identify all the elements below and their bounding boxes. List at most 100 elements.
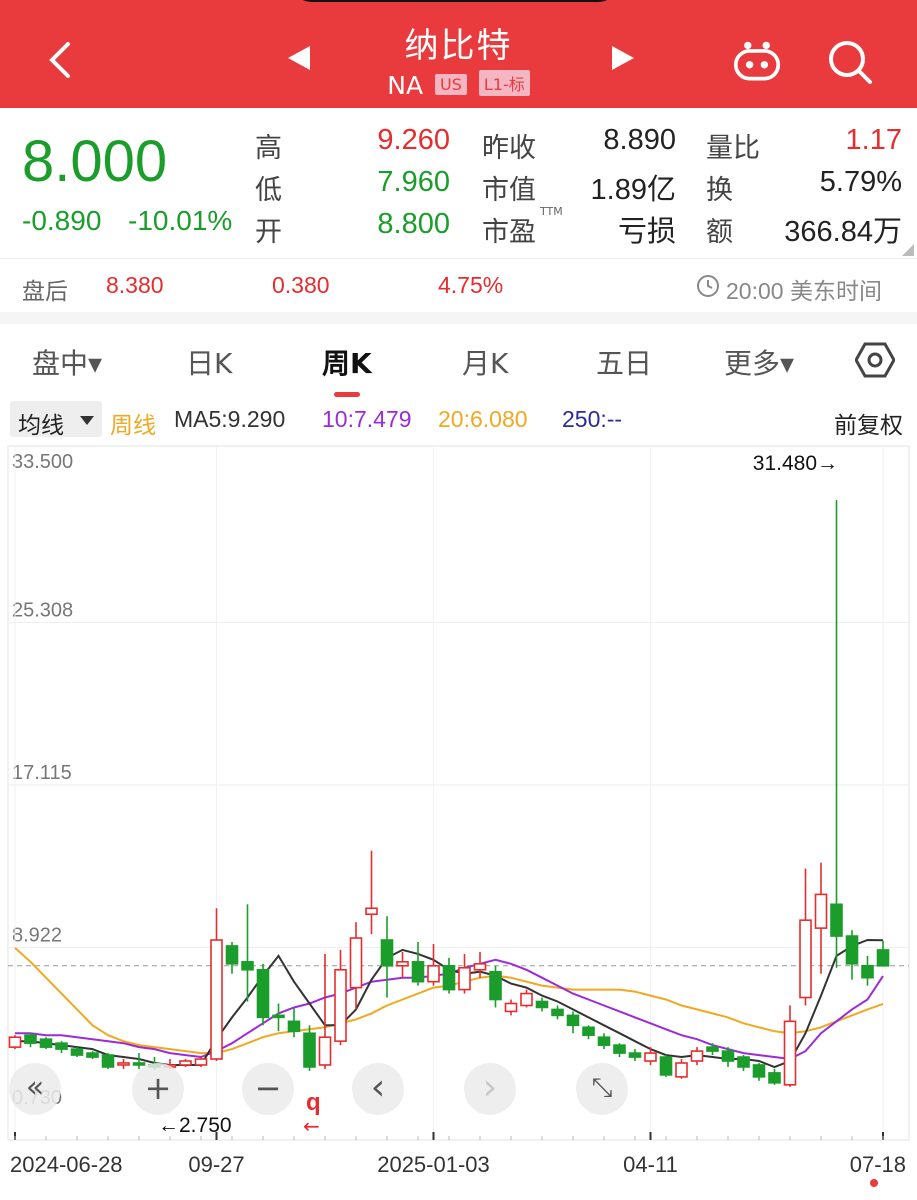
event-marker[interactable]: q	[306, 1090, 321, 1116]
market-cap-label: 市值	[482, 175, 536, 206]
candle	[458, 953, 471, 994]
low-value: 7.960	[377, 166, 450, 198]
market-cap-value: 1.89亿	[590, 174, 676, 206]
candle	[845, 930, 859, 980]
prev-close-value: 8.890	[603, 124, 676, 156]
chart-settings-icon[interactable]	[855, 340, 895, 380]
candle	[783, 1005, 797, 1087]
candle	[721, 1047, 735, 1067]
y-tick-label: 8.922	[12, 925, 62, 947]
candle-body	[675, 1062, 688, 1078]
candle	[101, 1053, 115, 1069]
clock-icon	[697, 275, 719, 297]
candle-body	[644, 1052, 657, 1062]
after-hours-change: 0.380	[272, 272, 330, 298]
app-header: 纳比特 NA US L1-标	[0, 0, 917, 108]
collapse-toolbar-button[interactable]: «	[9, 1063, 61, 1115]
x-tick-label: 04-11	[623, 1152, 678, 1177]
period-label: 周线	[110, 412, 156, 438]
candle-body	[117, 1062, 130, 1066]
candle-body	[241, 961, 254, 971]
candle-body	[349, 937, 363, 989]
candle	[380, 916, 394, 998]
candle	[489, 965, 502, 1008]
candle	[70, 1047, 84, 1058]
tab-five-day[interactable]: 五日	[596, 342, 652, 382]
next-stock-icon[interactable]	[612, 46, 634, 70]
quote-divider	[0, 258, 917, 259]
tab-intraday[interactable]: 盘中▾	[32, 342, 102, 382]
candle-body	[861, 964, 874, 979]
candle	[8, 1035, 22, 1050]
ma-selector-label: 均线	[18, 412, 64, 438]
candle-body	[504, 1002, 518, 1013]
candle	[737, 1055, 750, 1071]
candle-body	[194, 1058, 208, 1066]
candle	[86, 1051, 99, 1060]
candle-body	[272, 1014, 285, 1019]
y-tick-label: 25.308	[12, 599, 73, 621]
open-label: 开	[255, 217, 282, 248]
turnover-value: 5.79%	[819, 166, 902, 198]
candle	[551, 1005, 564, 1020]
candle	[225, 941, 239, 974]
candle	[179, 1059, 192, 1067]
candle	[690, 1047, 704, 1065]
candle	[272, 1003, 285, 1032]
y-tick-label: 33.500	[12, 451, 73, 473]
after-hours-price: 8.380	[106, 272, 164, 298]
candle-body	[830, 903, 843, 937]
candle-body	[845, 935, 859, 965]
candle-body	[690, 1050, 704, 1062]
candle	[442, 957, 456, 994]
candle	[256, 963, 270, 1026]
candle-body	[706, 1046, 719, 1052]
zoom-in-button[interactable]: +	[132, 1063, 184, 1115]
expand-corner-icon[interactable]	[902, 244, 914, 256]
robot-assistant-icon[interactable]	[733, 38, 781, 86]
candle	[411, 941, 425, 986]
candle	[768, 1068, 781, 1085]
candle	[504, 999, 518, 1016]
candle	[318, 953, 332, 1069]
price-change: -0.890	[22, 205, 102, 236]
candle	[241, 904, 254, 1002]
candle-body	[179, 1060, 192, 1066]
current-price: 8.000	[22, 129, 168, 194]
fullscreen-button[interactable]: ⤡	[576, 1063, 628, 1115]
candle	[24, 1033, 37, 1048]
pan-left-button[interactable]: ‹	[352, 1063, 404, 1115]
x-tick-label: 07-18	[850, 1152, 906, 1177]
candle	[55, 1041, 68, 1054]
candle	[520, 989, 533, 1008]
candle-body	[55, 1042, 68, 1050]
ma20-value: 20:6.080	[438, 406, 528, 432]
tab-weekly-k[interactable]: 周K	[322, 342, 372, 382]
tab-more[interactable]: 更多▾	[724, 342, 794, 382]
candle-body	[411, 961, 425, 983]
candle-body	[86, 1052, 99, 1058]
candle-body	[628, 1052, 642, 1058]
candle	[752, 1062, 766, 1081]
candle	[427, 943, 440, 986]
search-icon[interactable]	[826, 38, 874, 86]
ma10-value: 10:7.479	[322, 406, 412, 432]
candle-body	[752, 1064, 766, 1078]
prev-close-label: 昨收	[482, 133, 536, 164]
candle-body	[876, 949, 890, 967]
candle-body	[365, 907, 378, 916]
candle-body	[24, 1034, 37, 1044]
candle-body	[768, 1072, 781, 1084]
zoom-out-button[interactable]: −	[242, 1063, 294, 1115]
amount-label: 额	[706, 217, 733, 248]
candle-body	[458, 966, 471, 991]
candle	[303, 1025, 316, 1071]
candle-body	[225, 945, 239, 965]
candle	[706, 1043, 719, 1056]
pan-right-button[interactable]: ›	[464, 1063, 516, 1115]
candle-body	[318, 1036, 332, 1066]
tab-daily-k[interactable]: 日K	[186, 342, 232, 382]
candle-body	[613, 1044, 626, 1054]
price-adjust-toggle[interactable]: 前复权	[834, 406, 903, 440]
tab-monthly-k[interactable]: 月K	[462, 342, 508, 382]
